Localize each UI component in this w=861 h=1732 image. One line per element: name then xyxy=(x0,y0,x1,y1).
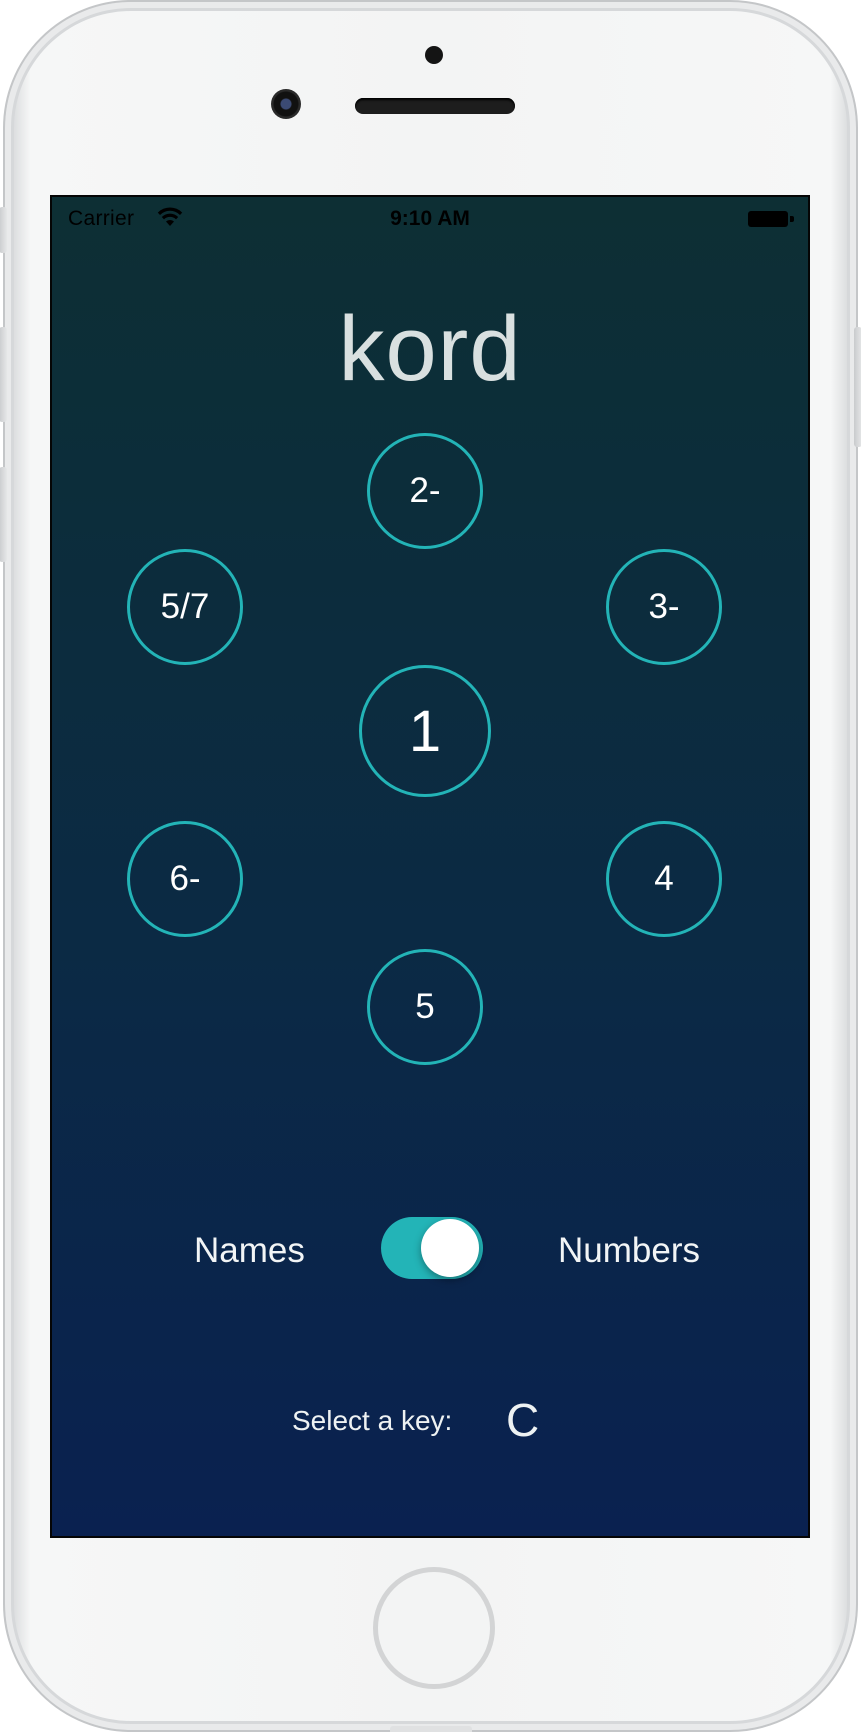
app-title-text: kord xyxy=(338,298,522,400)
lightning-port xyxy=(390,1726,472,1732)
power-button xyxy=(854,327,861,447)
names-numbers-switch[interactable] xyxy=(381,1217,483,1279)
app-screen: Carrier 9:10 AM kord 2- 5/7 3- 1 6- 4 5 … xyxy=(50,195,810,1538)
chord-button-center[interactable]: 1 xyxy=(359,665,491,797)
key-select-row: Select a key: C xyxy=(52,1393,808,1447)
clock: 9:10 AM xyxy=(390,207,470,230)
app-title: kord xyxy=(52,295,808,402)
chord-button-upper-right[interactable]: 3- xyxy=(606,549,722,665)
battery-icon xyxy=(748,211,794,227)
mute-switch xyxy=(0,207,7,253)
proximity-sensor xyxy=(425,46,443,64)
key-picker-value[interactable]: C xyxy=(506,1393,539,1447)
earpiece-speaker xyxy=(355,98,515,114)
select-key-label: Select a key: xyxy=(292,1405,453,1436)
display-mode-toggle-row: Names Numbers xyxy=(52,1217,808,1279)
switch-knob[interactable] xyxy=(421,1219,479,1277)
chord-button-upper-left[interactable]: 5/7 xyxy=(127,549,243,665)
chord-button-bottom[interactable]: 5 xyxy=(367,949,483,1065)
names-label: Names xyxy=(194,1231,305,1270)
chord-button-top[interactable]: 2- xyxy=(367,433,483,549)
front-camera xyxy=(271,89,301,119)
volume-up-button xyxy=(0,327,7,422)
status-bar: Carrier 9:10 AM xyxy=(52,197,808,237)
chord-button-lower-left[interactable]: 6- xyxy=(127,821,243,937)
volume-down-button xyxy=(0,467,7,562)
home-button[interactable] xyxy=(373,1567,495,1689)
chord-button-lower-right[interactable]: 4 xyxy=(606,821,722,937)
numbers-label: Numbers xyxy=(558,1231,700,1270)
